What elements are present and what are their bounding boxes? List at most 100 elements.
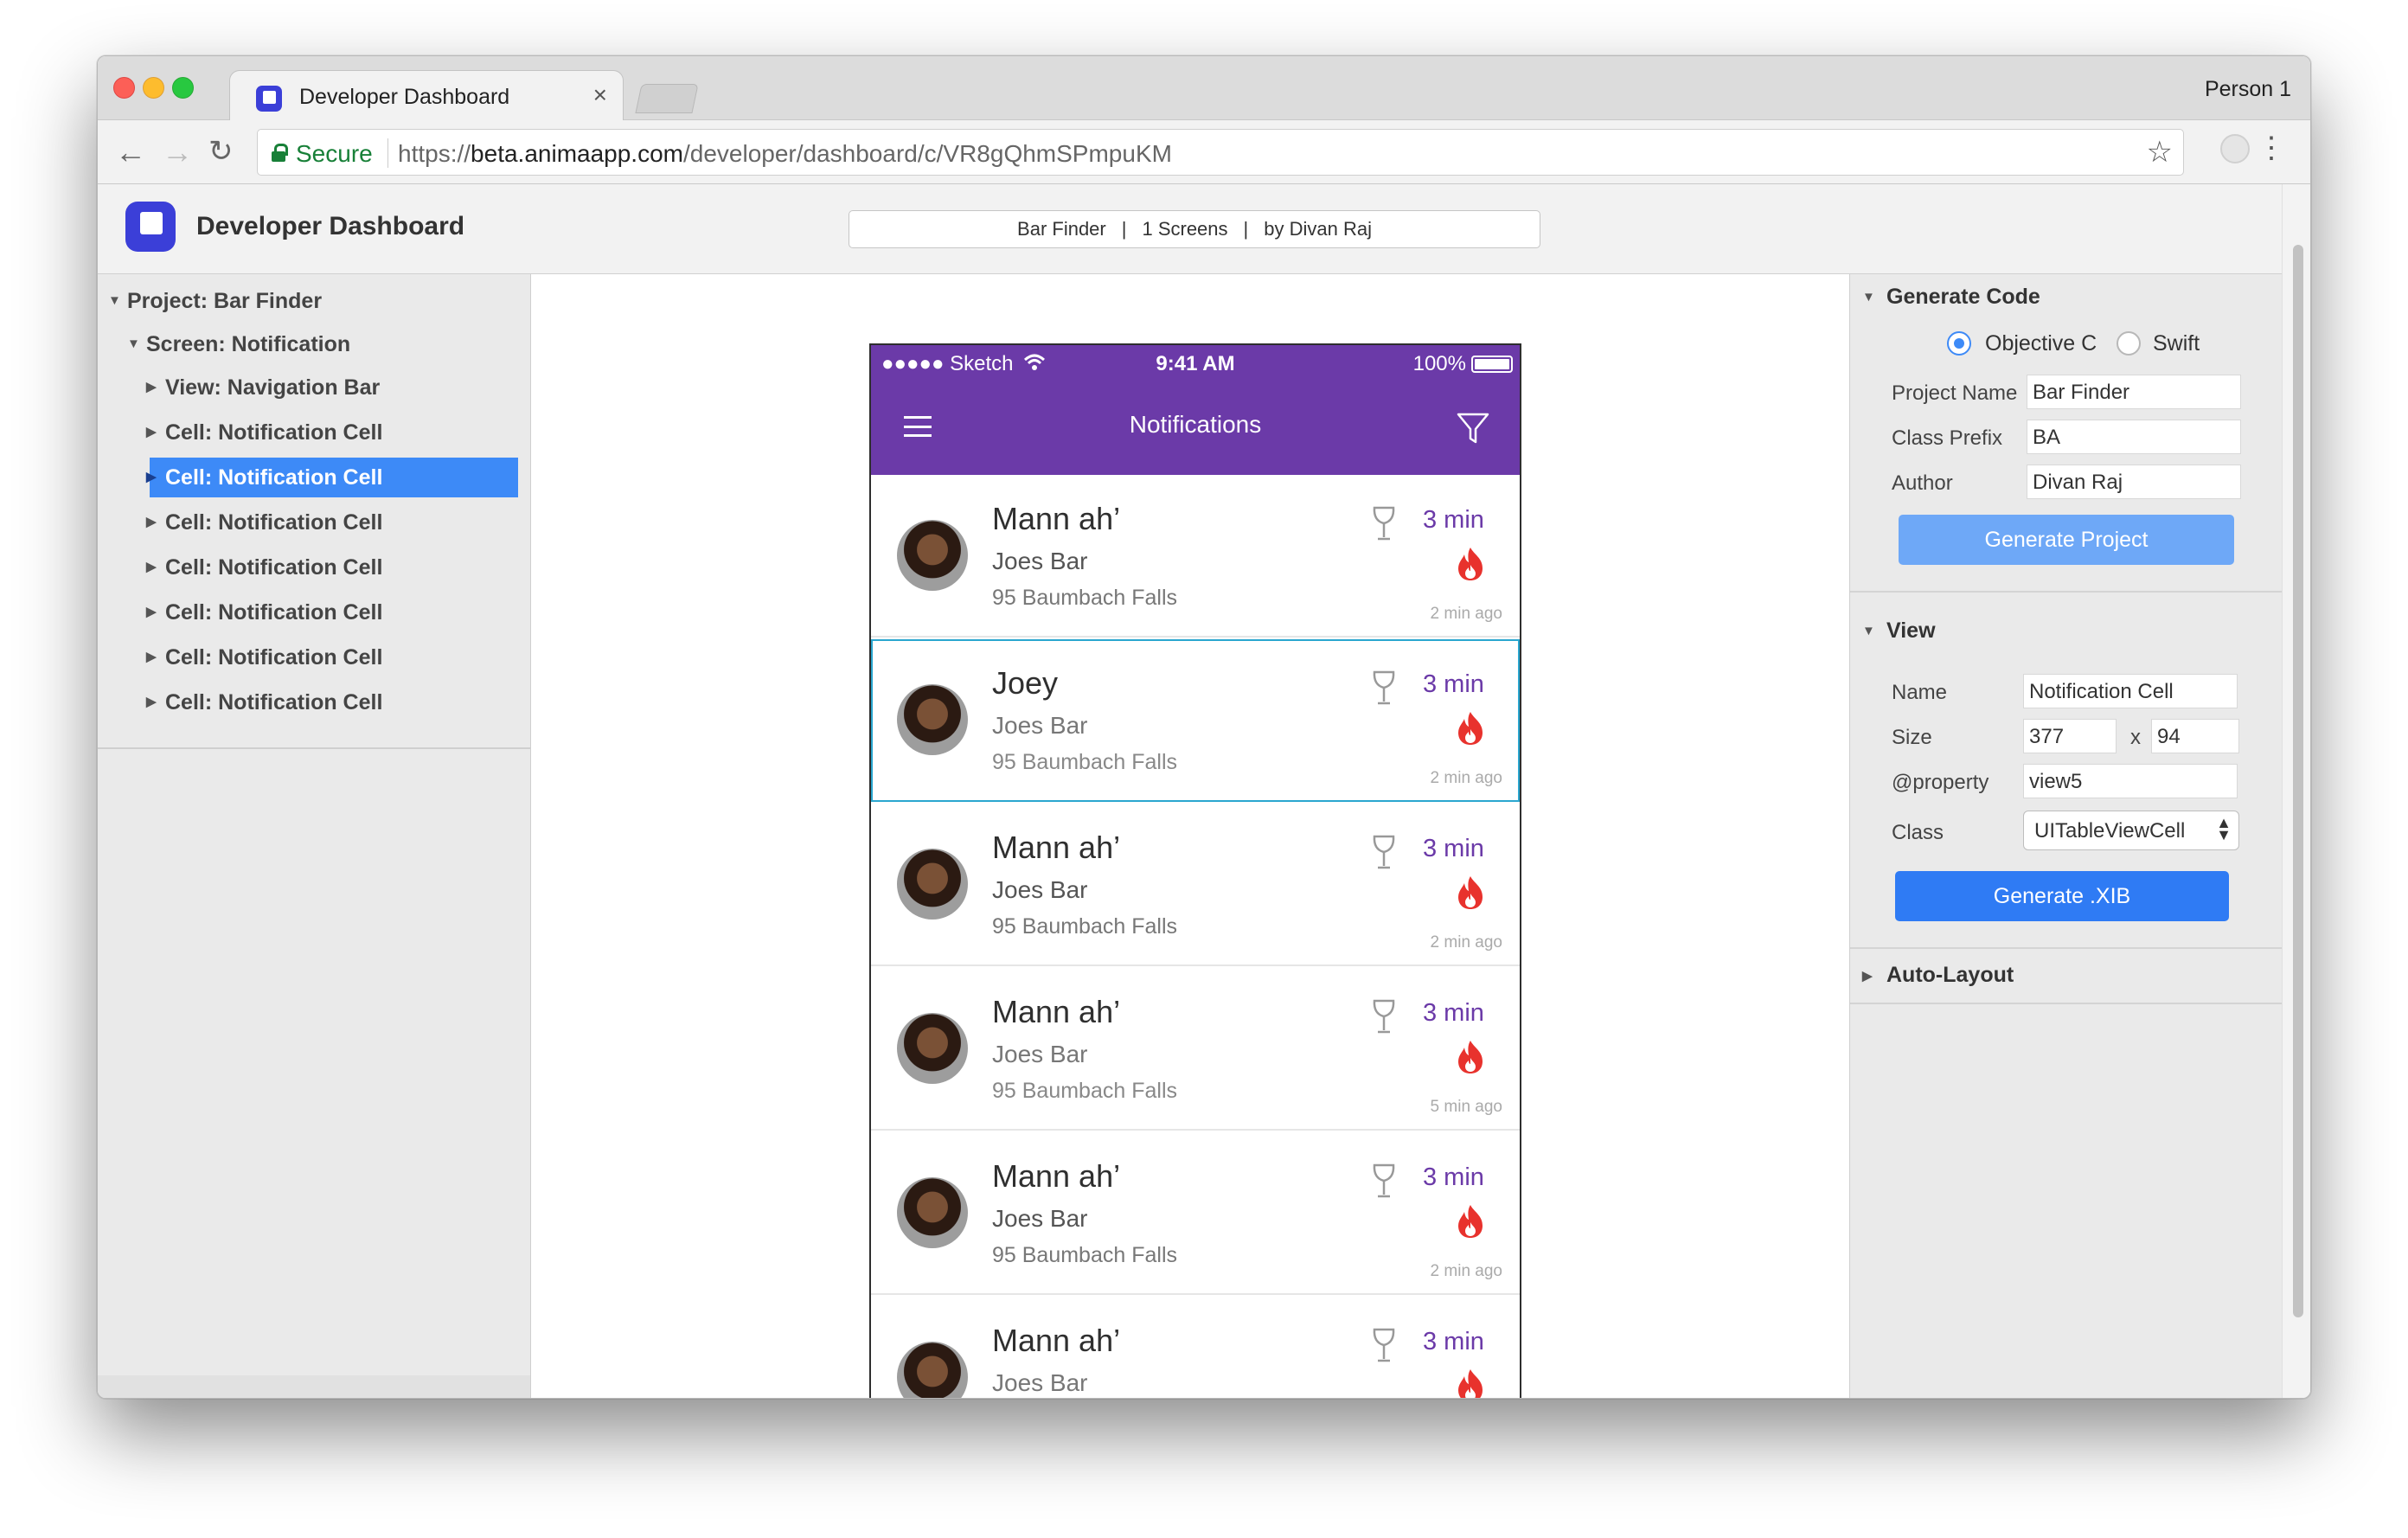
- tree-item-cell[interactable]: ▶ Cell: Notification Cell: [143, 548, 506, 587]
- tree-item-cell[interactable]: ▶ Cell: Notification Cell: [143, 682, 506, 722]
- section-divider: [1850, 591, 2283, 593]
- project-name-input[interactable]: Bar Finder: [2027, 375, 2241, 409]
- section-divider: [1850, 1003, 2283, 1004]
- caret-right-icon[interactable]: ▶: [146, 413, 157, 452]
- cell-duration: 3 min: [1423, 670, 1484, 698]
- filter-icon[interactable]: [1456, 411, 1490, 445]
- fire-icon: [1455, 875, 1486, 911]
- tab-close-icon[interactable]: ×: [593, 81, 607, 109]
- tree-item-label: Screen: Notification: [146, 332, 351, 356]
- fire-icon: [1455, 546, 1486, 582]
- tree-item-cell[interactable]: ▶ Cell: Notification Cell: [143, 638, 506, 677]
- view-header[interactable]: ▼ View: [1850, 618, 2283, 644]
- zoom-window-icon[interactable]: [172, 77, 194, 99]
- class-prefix-input[interactable]: BA: [2027, 420, 2241, 454]
- cell-address: 95 Baumbach Falls: [992, 750, 1178, 774]
- tree-item-project[interactable]: ▼ Project: Bar Finder: [105, 281, 520, 321]
- app-title: Developer Dashboard: [196, 212, 465, 240]
- wine-glass-icon: [1371, 1163, 1397, 1200]
- fire-icon: [1455, 710, 1486, 747]
- notification-cell[interactable]: Mann ah’ Joes Bar 95 Baumbach Falls 3 min 2 …: [871, 1132, 1520, 1295]
- cell-bar: Joes Bar: [992, 876, 1088, 903]
- tree-item-cell-selected[interactable]: ▶ Cell: Notification Cell: [146, 458, 518, 497]
- cell-duration: 3 min: [1423, 835, 1484, 862]
- caret-right-icon[interactable]: ▶: [146, 682, 157, 722]
- notification-cell[interactable]: Mann ah’ Joes Bar 95 Baumbach Falls 3 min 2 …: [871, 804, 1520, 966]
- crumb-screens: 1 Screens: [1142, 218, 1228, 240]
- class-select-value: UITableViewCell: [2034, 819, 2186, 843]
- back-icon[interactable]: ←: [115, 134, 146, 170]
- tree-item-navigation-bar[interactable]: ▶ View: Navigation Bar: [143, 368, 506, 407]
- swift-radio[interactable]: [2117, 331, 2141, 356]
- new-tab-button[interactable]: [635, 84, 699, 113]
- auto-layout-header[interactable]: ▶ Auto-Layout: [1850, 963, 2283, 988]
- address-bar[interactable]: Secure https://beta.animaapp.com/develop…: [257, 129, 2184, 176]
- notification-cell[interactable]: Mann ah’ Joes Bar 95 Baumbach Falls 3 min 2 …: [871, 475, 1520, 638]
- avatar: [897, 1013, 968, 1084]
- tree-item-label: Cell: Notification Cell: [165, 555, 383, 580]
- generate-code-header[interactable]: ▼ Generate Code: [1850, 285, 2283, 310]
- height-input[interactable]: 94: [2151, 719, 2239, 753]
- caret-down-icon[interactable]: ▼: [1862, 624, 1875, 638]
- tree-item-label: Cell: Notification Cell: [165, 510, 383, 535]
- objective-c-radio[interactable]: [1947, 331, 1971, 356]
- caret-down-icon[interactable]: ▼: [127, 324, 140, 364]
- notification-cell-selected[interactable]: Joey Joes Bar 95 Baumbach Falls 3 min 2 min …: [871, 639, 1520, 802]
- wine-glass-icon: [1371, 999, 1397, 1035]
- caret-right-icon[interactable]: ▶: [146, 548, 157, 587]
- tree-item-cell[interactable]: ▶ Cell: Notification Cell: [143, 413, 506, 452]
- lock-icon: [272, 144, 288, 162]
- tree-item-cell[interactable]: ▶ Cell: Notification Cell: [143, 593, 506, 632]
- reload-icon[interactable]: ↻: [208, 134, 234, 169]
- property-label: @property: [1892, 771, 1989, 794]
- width-input[interactable]: 377: [2023, 719, 2117, 753]
- view-name-input[interactable]: Notification Cell: [2023, 674, 2238, 708]
- avatar: [897, 520, 968, 591]
- caret-right-icon[interactable]: ▶: [146, 638, 157, 677]
- caret-right-icon[interactable]: ▶: [146, 503, 157, 542]
- secure-label: Secure: [296, 140, 373, 167]
- cell-duration: 3 min: [1423, 1163, 1484, 1191]
- close-window-icon[interactable]: [113, 77, 135, 99]
- author-input[interactable]: Divan Raj: [2027, 465, 2241, 499]
- generate-xib-button[interactable]: Generate .XIB: [1895, 871, 2229, 921]
- notification-cell[interactable]: Mann ah’Joes Bar95 Baumbach Falls3 min: [871, 1297, 1520, 1398]
- star-icon[interactable]: ☆: [2147, 135, 2173, 170]
- preview-canvas: ●●●●● Sketch 9:41 AM 100% Notifications …: [532, 274, 1849, 1398]
- minimize-window-icon[interactable]: [143, 77, 164, 99]
- property-input[interactable]: view5: [2023, 764, 2238, 798]
- url-text[interactable]: https://beta.animaapp.com/developer/dash…: [398, 140, 1172, 168]
- tree-item-label: Cell: Notification Cell: [165, 600, 383, 625]
- wine-glass-icon: [1371, 835, 1397, 871]
- caret-down-icon[interactable]: ▼: [108, 281, 121, 321]
- caret-right-icon[interactable]: ▶: [1862, 968, 1873, 984]
- tree-item-label: Cell: Notification Cell: [165, 690, 383, 715]
- scrollbar-thumb[interactable]: [2293, 245, 2303, 1317]
- cell-address: 95 Baumbach Falls: [992, 1079, 1178, 1103]
- tree-item-cell[interactable]: ▶ Cell: Notification Cell: [143, 503, 506, 542]
- generate-project-button[interactable]: Generate Project: [1899, 515, 2234, 565]
- cell-time-ago: 2 min ago: [1430, 769, 1502, 787]
- cell-name: Mann ah’: [992, 830, 1121, 865]
- profile-name[interactable]: Person 1: [2205, 77, 2291, 102]
- tree-item-screen[interactable]: ▼ Screen: Notification: [124, 324, 520, 364]
- page-scrollbar[interactable]: [2282, 184, 2310, 1398]
- tree-footer: [98, 1375, 530, 1398]
- author-label: Author: [1892, 471, 1953, 495]
- extension-icon[interactable]: [2220, 134, 2250, 163]
- avatar: [897, 684, 968, 755]
- forward-icon[interactable]: →: [162, 134, 193, 170]
- tab-developer-dashboard[interactable]: Developer Dashboard ×: [229, 70, 624, 120]
- menu-icon[interactable]: ⋮: [2257, 131, 2286, 165]
- caret-down-icon[interactable]: ▼: [1862, 290, 1875, 304]
- notification-cell[interactable]: Mann ah’ Joes Bar 95 Baumbach Falls 3 min 5 …: [871, 968, 1520, 1131]
- caret-right-icon[interactable]: ▶: [146, 458, 157, 497]
- fire-icon: [1455, 1203, 1486, 1240]
- caret-right-icon[interactable]: ▶: [146, 368, 157, 407]
- class-label: Class: [1892, 821, 1944, 844]
- cell-address: 95 Baumbach Falls: [992, 586, 1178, 610]
- cell-time-ago: 5 min ago: [1430, 1098, 1502, 1116]
- tree-item-label: Cell: Notification Cell: [165, 465, 383, 490]
- class-select[interactable]: UITableViewCell ▲ ▼: [2023, 811, 2239, 850]
- caret-right-icon[interactable]: ▶: [146, 593, 157, 632]
